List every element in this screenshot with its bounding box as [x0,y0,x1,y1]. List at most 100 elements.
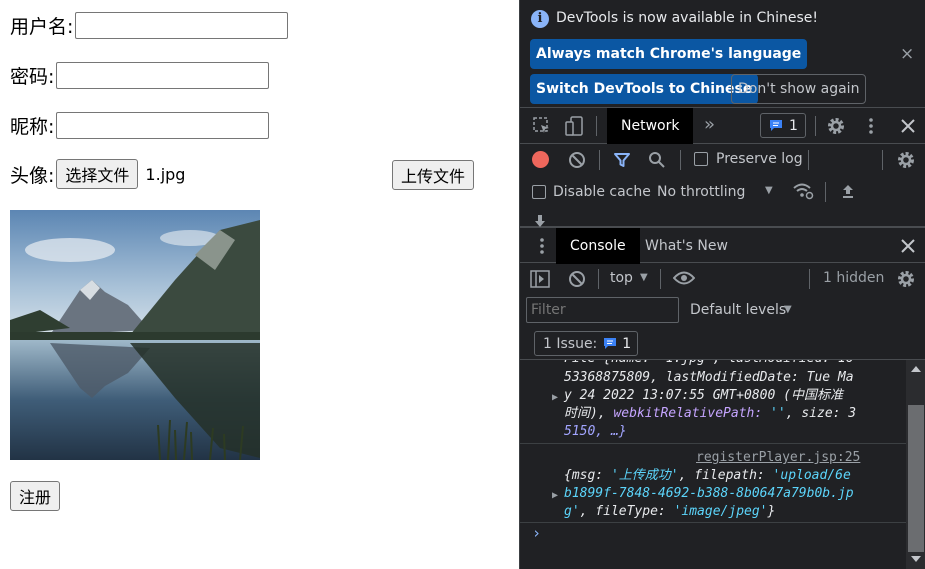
live-expression-eye-icon[interactable] [673,271,695,285]
nickname-input[interactable] [56,111,270,139]
kebab-menu-icon[interactable] [868,116,874,136]
issues-counter-button[interactable]: 1 [760,113,806,138]
toolbar-separator [599,150,600,170]
tab-whats-new[interactable]: What's New [631,228,742,264]
issues-link-button[interactable]: 1 Issue: 1 [534,331,638,356]
device-toolbar-icon[interactable] [564,115,584,137]
message-line: File {name: '1.jpg', lastModified: 16 [564,360,854,368]
username-row: 用户名: [10,11,289,39]
filter-funnel-icon[interactable] [613,151,631,169]
choose-file-button[interactable]: 选择文件 [56,159,139,189]
console-filter-input[interactable] [526,297,679,323]
info-icon: i [531,10,549,28]
throttling-dropdown-icon[interactable]: ▼ [765,185,773,196]
devtools-panel: i DevTools is now available in Chinese! … [519,0,925,569]
password-label: 密码: [10,65,55,88]
import-har-icon[interactable] [840,183,856,199]
drawer-menu-icon[interactable] [539,236,545,256]
issues-link-label: 1 Issue: [543,335,598,352]
scrollbar-thumb[interactable] [908,405,924,552]
main-tab-bar: Network » 1 [520,108,925,144]
web-page: 用户名: 密码: 昵称: 头像: 选择文件 1.jpg 上传文件 注册 [0,0,519,569]
search-icon[interactable] [648,151,666,169]
preserve-log-checkbox[interactable] [694,152,708,166]
console-output: File {name: '1.jpg', lastModified: 16 53… [520,360,906,569]
throttling-select[interactable]: No throttling [657,184,745,200]
console-message-upload-result[interactable]: registerPlayer.jsp:25 {msg: '上传成功', file… [520,445,906,523]
issues-count: 1 [789,117,798,134]
console-toolbar: top ▼ 1 hidden Default levels ▼ 1 Issue:… [520,263,925,360]
toolbar-separator [825,182,826,202]
context-dropdown-icon[interactable]: ▼ [640,272,648,283]
nickname-row: 昵称: [10,111,270,139]
password-input[interactable] [56,61,270,89]
username-label: 用户名: [10,15,74,38]
always-match-language-button[interactable]: Always match Chrome's language [530,39,808,69]
clear-console-icon[interactable] [568,270,586,288]
disable-cache-checkbox[interactable] [532,185,546,199]
close-drawer-icon[interactable] [900,238,916,254]
expand-triangle-icon[interactable]: ▶ [552,487,558,505]
hidden-messages-count: 1 hidden [823,270,885,286]
toolbar-separator [808,150,809,170]
network-conditions-icon[interactable] [792,182,814,200]
network-settings-gear-icon[interactable] [896,150,916,170]
avatar-label: 头像: [10,164,55,187]
message-icon [770,120,782,131]
avatar-row: 头像: 选择文件 1.jpg [10,159,186,189]
message-line: 5150, …} [564,424,627,439]
clear-icon[interactable] [568,151,586,169]
show-sidebar-icon[interactable] [530,270,550,288]
chosen-file-name: 1.jpg [145,164,186,184]
expand-triangle-icon[interactable]: ▶ [552,389,558,407]
nickname-label: 昵称: [10,115,55,138]
message-line: b1899f-7848-4692-b388-8b0647a79b0b.jp [564,486,854,501]
close-devtools-icon[interactable] [900,118,916,134]
message-line: 时间), webkitRelativePath: '', size: 3 [564,406,857,421]
context-select[interactable]: top [610,270,633,286]
message-line: {msg: '上传成功', filepath: 'upload/6e [564,468,851,483]
console-message-file[interactable]: File {name: '1.jpg', lastModified: 16 53… [520,360,906,444]
username-input[interactable] [75,11,289,39]
disable-cache-label: Disable cache [553,184,651,200]
message-line: g', fileType: 'image/jpeg'} [564,504,776,519]
console-prompt[interactable]: › [532,524,541,542]
toolbar-separator [660,269,661,289]
message-line: 53368875809, lastModifiedDate: Tue Ma [564,370,854,385]
scroll-up-icon[interactable] [911,366,921,372]
log-levels-dropdown-icon[interactable]: ▼ [784,304,792,315]
avatar-preview-image [10,210,260,460]
scroll-down-icon[interactable] [911,556,921,562]
upload-file-button[interactable]: 上传文件 [392,160,475,190]
toolbar-separator [598,269,599,289]
console-scrollbar[interactable] [906,360,925,569]
switch-to-chinese-button[interactable]: Switch DevTools to Chinese [530,74,759,104]
more-tabs-icon[interactable]: » [704,114,715,135]
network-toolbar: Preserve log Disable cache No throttling… [520,144,925,227]
dont-show-again-button[interactable]: Don't show again [731,74,867,104]
issue-message-icon [604,338,617,349]
infobar-close-icon[interactable]: × [900,44,914,64]
infobar-message: DevTools is now available in Chinese! [556,10,818,26]
inspect-element-icon[interactable] [532,116,552,136]
log-levels-select[interactable]: Default levels [690,302,786,318]
export-har-icon[interactable] [533,215,547,227]
password-row: 密码: [10,61,270,89]
settings-gear-icon[interactable] [826,116,846,136]
console-settings-gear-icon[interactable] [896,269,916,289]
message-line: y 24 2022 13:07:55 GMT+0800 (中国标准 [564,388,843,403]
language-infobar: i DevTools is now available in Chinese! … [520,0,925,108]
source-link[interactable]: registerPlayer.jsp:25 [696,449,860,467]
register-button[interactable]: 注册 [10,481,61,511]
issues-link-count: 1 [622,335,632,352]
preserve-log-label: Preserve log [716,151,803,167]
toolbar-separator [882,150,883,170]
tab-console[interactable]: Console [556,228,640,264]
toolbar-separator [815,116,816,136]
record-icon[interactable] [532,151,549,168]
toolbar-separator [596,116,597,136]
toolbar-separator [809,269,810,289]
tab-network[interactable]: Network [607,108,694,144]
toolbar-separator [680,150,681,170]
drawer-tab-bar: Console What's New [520,227,925,264]
